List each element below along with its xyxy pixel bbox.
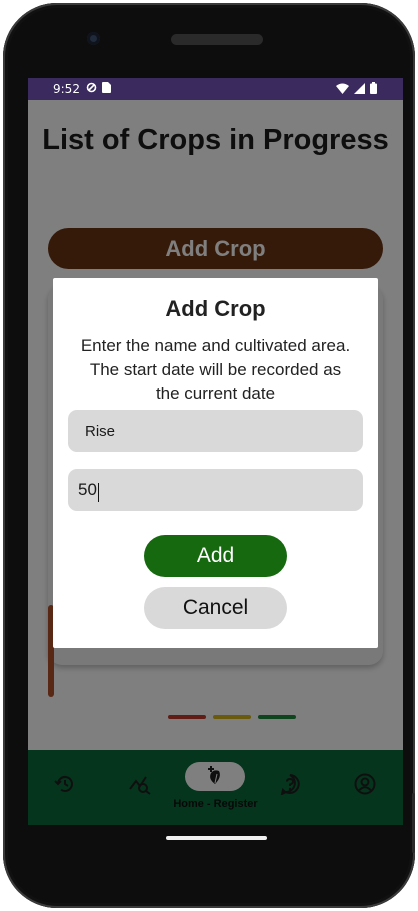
text-cursor [98,483,99,502]
battery-icon [370,82,377,97]
cultivated-area-input[interactable] [68,469,363,511]
sim-card-icon [101,82,111,96]
data-saver-icon [86,82,97,96]
dialog-message: Enter the name and cultivated area. The … [80,336,351,403]
front-camera [87,32,100,45]
screen: 9:52 List [28,78,403,850]
phone-frame: 9:52 List [3,3,415,908]
add-crop-dialog: Add Crop Enter the name and cultivated a… [53,278,378,648]
home-gesture-bar[interactable] [166,836,267,840]
gesture-area [28,825,403,850]
side-button [412,793,415,853]
status-bar: 9:52 [28,78,403,100]
earpiece-speaker [171,34,263,45]
cell-signal-icon [354,82,365,97]
dialog-title: Add Crop [165,296,266,321]
crop-name-input[interactable] [68,410,363,452]
cancel-button[interactable]: Cancel [144,587,287,629]
wifi-icon [336,83,349,97]
add-button[interactable]: Add [144,535,287,577]
status-time: 9:52 [53,82,80,96]
